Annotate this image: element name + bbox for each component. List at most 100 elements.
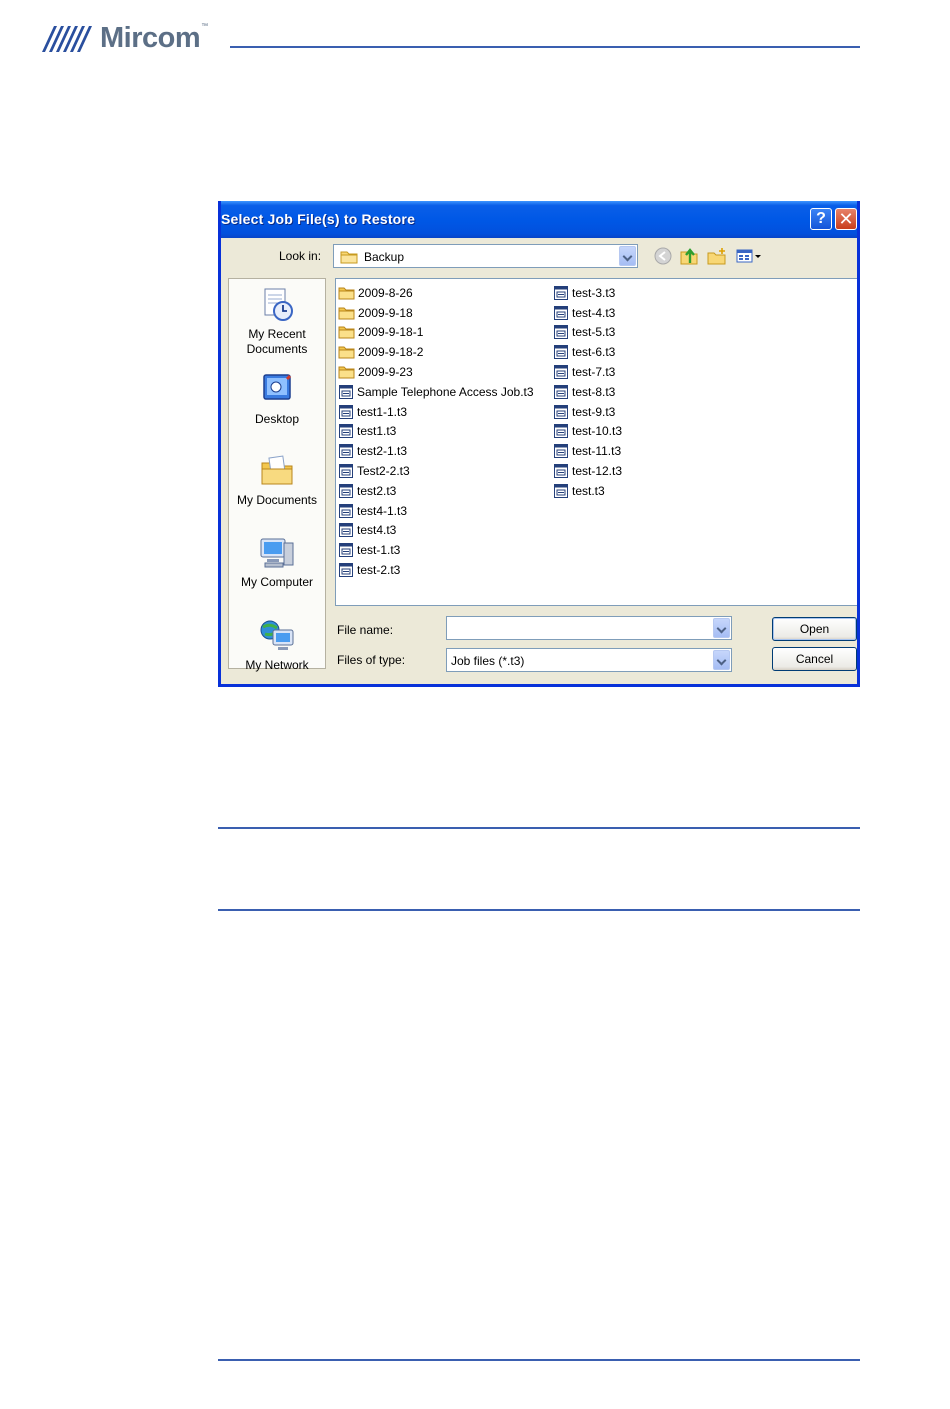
list-item-label: Sample Telephone Access Job.t3 (357, 384, 534, 399)
list-item-label: Test2-2.t3 (357, 464, 410, 479)
open-button[interactable]: Open (772, 617, 857, 641)
file-list-item[interactable]: test-9.t3 (553, 402, 622, 422)
file-list-item[interactable]: test-5.t3 (553, 323, 622, 343)
t3-file-icon (339, 503, 353, 518)
file-list[interactable]: 2009-8-26 2009-9-18 2009-9-18-1 2009-9-18-2… (335, 278, 857, 606)
list-item-label: test4-1.t3 (357, 503, 408, 518)
desktop-icon (263, 374, 292, 400)
folder-icon (340, 251, 358, 264)
cancel-button-label: Cancel (795, 652, 834, 666)
list-item-label: test2-1.t3 (357, 444, 408, 459)
list-item-label: test-5.t3 (572, 325, 616, 340)
close-icon: ✕ (838, 208, 854, 229)
open-file-dialog: Select Job File(s) to Restore ? ✕ Look i… (218, 201, 860, 687)
dialog-title: Select Job File(s) to Restore (221, 211, 416, 227)
list-item-label: test4.t3 (357, 523, 397, 538)
place-my-documents[interactable]: My Documents (229, 451, 325, 508)
list-item-label: test-3.t3 (572, 285, 616, 300)
list-item-label: 2009-9-18-1 (358, 325, 424, 340)
folder-list-item[interactable]: 2009-8-26 (338, 283, 534, 303)
look-in-value: Backup (364, 250, 405, 264)
file-list-item[interactable]: test-3.t3 (553, 283, 622, 303)
file-list-item[interactable]: test-7.t3 (553, 362, 622, 382)
help-button[interactable]: ? (810, 208, 832, 230)
file-list-item[interactable]: test2-1.t3 (338, 441, 534, 461)
place-label-my-documents: My Documents (236, 493, 318, 507)
mircom-logo-mark-icon (42, 26, 92, 52)
t3-file-icon (554, 444, 568, 459)
folder-list-item[interactable]: 2009-9-18 (338, 303, 534, 323)
list-item-label: test2.t3 (357, 483, 397, 498)
file-list-item[interactable]: test-8.t3 (553, 382, 622, 402)
folder-list-item[interactable]: 2009-9-18-2 (338, 342, 534, 362)
folder-list-item[interactable]: 2009-9-23 (338, 362, 534, 382)
file-list-item[interactable]: test.t3 (553, 481, 622, 501)
t3-file-icon (554, 325, 568, 340)
file-list-item[interactable]: test-1.t3 (338, 540, 534, 560)
my-computer-icon (260, 538, 294, 568)
t3-file-icon (339, 384, 353, 399)
place-my-computer[interactable]: My Computer (229, 533, 325, 590)
t3-file-icon (339, 483, 353, 498)
back-icon[interactable] (653, 247, 673, 265)
place-desktop[interactable]: Desktop (229, 370, 325, 427)
recent-documents-icon (264, 288, 293, 321)
list-item-label: 2009-8-26 (358, 285, 413, 300)
file-list-item[interactable]: Sample Telephone Access Job.t3 (338, 382, 534, 402)
file-list-item[interactable]: test1-1.t3 (338, 402, 534, 422)
file-list-item[interactable]: test-6.t3 (553, 342, 622, 362)
folder-icon (338, 366, 355, 379)
list-item-label: test1-1.t3 (357, 404, 408, 419)
file-list-item[interactable]: test4-1.t3 (338, 501, 534, 521)
file-name-input[interactable] (446, 616, 732, 640)
list-item-label: test-4.t3 (572, 305, 616, 320)
close-button[interactable]: ✕ (835, 208, 857, 230)
file-list-item[interactable]: Test2-2.t3 (338, 461, 534, 481)
file-list-item[interactable]: test-2.t3 (338, 560, 534, 580)
dialog-titlebar[interactable]: Select Job File(s) to Restore ? ✕ (221, 201, 857, 238)
file-list-item[interactable]: test2.t3 (338, 481, 534, 501)
file-list-item[interactable]: test4.t3 (338, 521, 534, 541)
list-item-label: test-8.t3 (572, 384, 616, 399)
place-my-network[interactable]: My Network (229, 616, 325, 673)
list-item-label: test-9.t3 (572, 404, 616, 419)
file-list-item[interactable]: test-4.t3 (553, 303, 622, 323)
places-bar: My Recent Documents Desktop My Documents (228, 278, 326, 672)
help-icon: ? (816, 210, 826, 227)
t3-file-icon (554, 345, 568, 360)
t3-file-icon (339, 424, 353, 439)
folder-icon (338, 307, 355, 320)
t3-file-icon (554, 384, 568, 399)
chevron-down-icon[interactable] (713, 618, 730, 638)
file-list-item[interactable]: test-12.t3 (553, 461, 622, 481)
file-name-label: File name: (337, 623, 394, 637)
chevron-down-icon[interactable] (619, 246, 636, 266)
brand-name: Mircom (100, 21, 201, 54)
list-item-label: test.t3 (572, 483, 605, 498)
files-of-type-label: Files of type: (337, 653, 406, 667)
chevron-down-icon[interactable] (713, 650, 730, 670)
open-button-label: Open (799, 622, 830, 636)
files-of-type-dropdown[interactable]: Job files (*.t3) (446, 648, 732, 672)
up-folder-icon[interactable] (679, 247, 699, 265)
file-list-item[interactable]: test-11.t3 (553, 441, 622, 461)
list-item-label: 2009-9-23 (358, 365, 413, 380)
brand-trademark: ™ (201, 22, 209, 30)
t3-file-icon (339, 523, 353, 538)
file-list-item[interactable]: test1.t3 (338, 422, 534, 442)
place-my-recent-documents[interactable]: My Recent Documents (229, 285, 325, 357)
folder-icon (338, 287, 355, 300)
list-item-label: test-2.t3 (357, 563, 401, 578)
list-item-label: test-10.t3 (572, 424, 623, 439)
cancel-button[interactable]: Cancel (772, 647, 857, 671)
view-menu-icon[interactable] (735, 247, 763, 265)
new-folder-icon[interactable] (707, 247, 727, 265)
list-item-label: 2009-9-18 (358, 305, 413, 320)
folder-list-item[interactable]: 2009-9-18-1 (338, 323, 534, 343)
t3-file-icon (554, 424, 568, 439)
look-in-dropdown[interactable]: Backup (333, 244, 638, 268)
file-list-item[interactable]: test-10.t3 (553, 422, 622, 442)
section-rule-1 (218, 827, 860, 829)
place-label-recent-2: Documents (246, 342, 308, 356)
t3-file-icon (339, 543, 353, 558)
